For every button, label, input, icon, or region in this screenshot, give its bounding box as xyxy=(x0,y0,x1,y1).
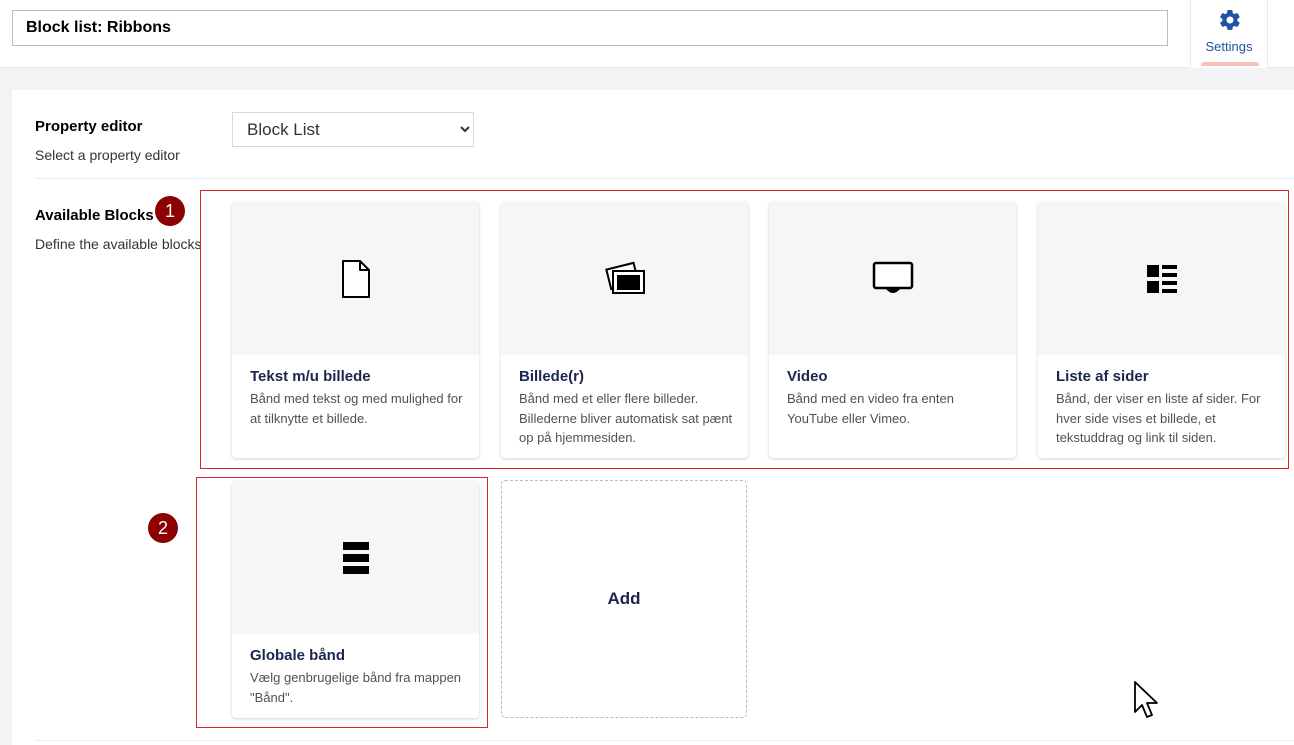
block-preview xyxy=(769,202,1016,355)
property-editor-label: Property editor xyxy=(35,118,143,135)
document-type-name-input[interactable] xyxy=(12,10,1168,46)
thumbnail-list-icon xyxy=(1146,264,1177,293)
stacked-bars-icon xyxy=(342,541,369,574)
block-description: Bånd, der viser en liste af sider. For h… xyxy=(1056,391,1261,445)
block-card-liste-af-sider[interactable]: Liste af sider Bånd, der viser en liste … xyxy=(1038,202,1285,458)
block-title: Tekst m/u billede xyxy=(250,368,371,385)
block-card-globale-baand[interactable]: Globale bånd Vælg genbrugelige bånd fra … xyxy=(232,481,479,718)
active-tab-indicator xyxy=(1201,62,1259,66)
block-card-tekst[interactable]: Tekst m/u billede Bånd med tekst og med … xyxy=(232,202,479,458)
block-title: Video xyxy=(787,368,828,385)
annotation-marker-2: 2 xyxy=(148,513,178,543)
block-preview xyxy=(1038,202,1285,355)
property-editor-select[interactable]: Block List xyxy=(232,112,474,147)
block-description: Vælg genbrugelige bånd fra mappen "Bånd"… xyxy=(250,670,462,705)
divider xyxy=(35,740,1294,741)
mouse-cursor-icon xyxy=(1134,681,1158,718)
block-card-billeder[interactable]: Billede(r) Bånd med et eller flere bille… xyxy=(501,202,748,458)
divider xyxy=(35,178,1294,179)
available-blocks-label: Available Blocks xyxy=(35,207,154,224)
block-title: Globale bånd xyxy=(250,647,346,664)
available-blocks-description: Define the available blocks xyxy=(35,236,202,252)
tab-settings[interactable]: Settings xyxy=(1190,0,1268,68)
pictures-icon xyxy=(604,261,645,294)
annotation-marker-1: 1 xyxy=(155,196,185,226)
block-title: Liste af sider xyxy=(1056,368,1149,385)
property-editor-description: Select a property editor xyxy=(35,147,180,163)
block-description: Bånd med en video fra enten YouTube elle… xyxy=(787,391,954,426)
block-description: Bånd med tekst og med mulighed for at ti… xyxy=(250,391,463,426)
block-preview xyxy=(232,481,479,634)
add-block-label: Add xyxy=(607,589,641,608)
top-bar: Settings xyxy=(0,0,1294,68)
block-title: Billede(r) xyxy=(519,368,585,385)
gear-icon xyxy=(1220,9,1240,30)
block-description: Bånd med et eller flere billeder. Billed… xyxy=(519,391,733,445)
block-card-video[interactable]: Video Bånd med en video fra enten YouTub… xyxy=(769,202,1016,458)
tab-settings-label: Settings xyxy=(1205,39,1253,54)
document-icon xyxy=(341,259,370,298)
block-preview xyxy=(501,202,748,355)
monitor-icon xyxy=(872,261,913,293)
add-block-button[interactable]: Add xyxy=(501,480,747,718)
block-preview xyxy=(232,202,479,355)
